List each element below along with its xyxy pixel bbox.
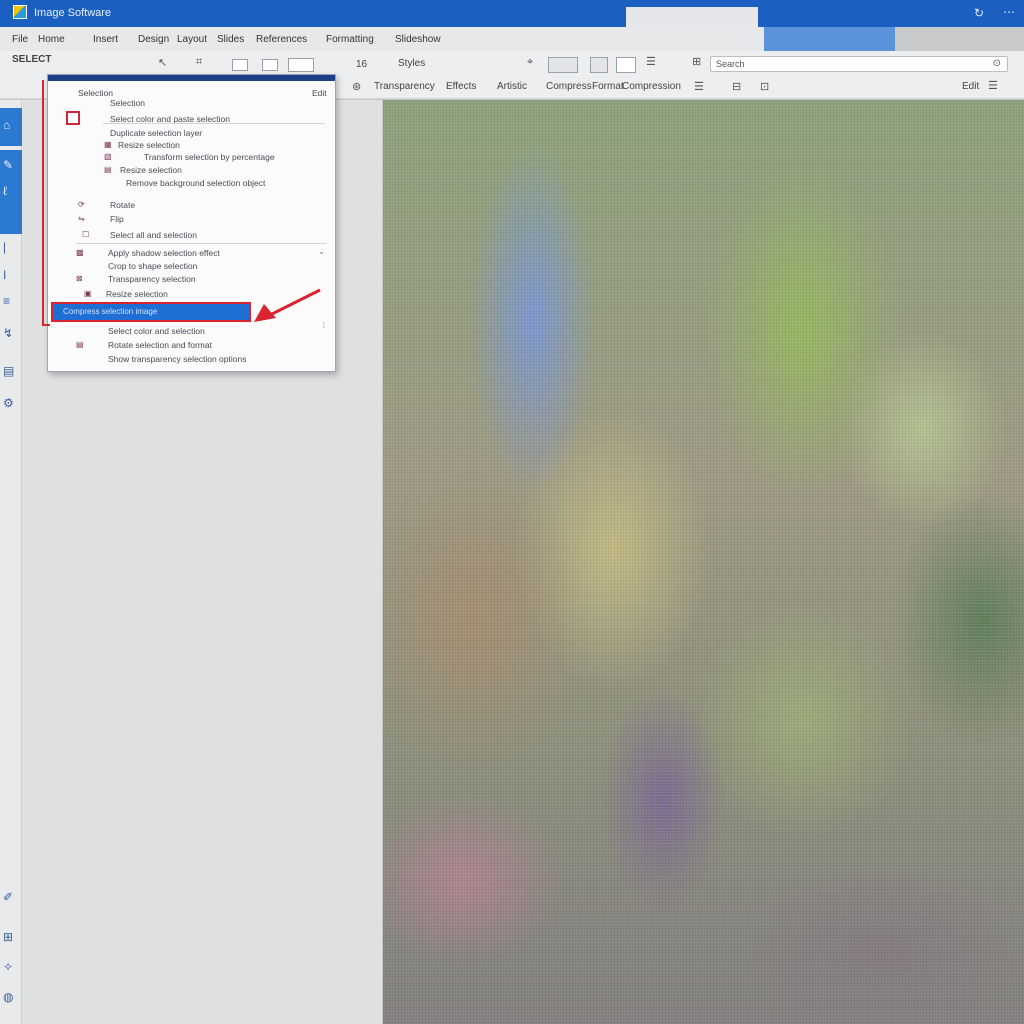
menu-item[interactable]: Slideshow bbox=[395, 34, 441, 45]
menu-item[interactable]: Home bbox=[38, 34, 65, 45]
crop-icon[interactable] bbox=[232, 59, 248, 71]
active-ribbon-tab[interactable] bbox=[626, 7, 758, 27]
menu-separator bbox=[103, 123, 325, 124]
frame-icon[interactable] bbox=[616, 57, 636, 73]
edit-button[interactable]: Edit bbox=[962, 81, 979, 92]
menu-item[interactable]: Design bbox=[138, 34, 169, 45]
align-icon[interactable] bbox=[262, 59, 278, 71]
pointer-icon[interactable]: ↖ bbox=[158, 56, 167, 69]
brightness-icon[interactable]: ⊛ bbox=[352, 80, 361, 93]
menu-option-icon: ▩ bbox=[76, 248, 84, 257]
menu-option[interactable]: ▤ Resize selection bbox=[48, 164, 335, 177]
menu-option[interactable]: Show transparency selection options bbox=[48, 353, 335, 366]
menu-option-icon: ▧ bbox=[104, 152, 112, 161]
menu-item[interactable]: File bbox=[12, 34, 28, 45]
menu-option-icon: ▣ bbox=[84, 289, 92, 298]
wand-tool-icon[interactable]: ✧ bbox=[3, 960, 13, 974]
menu-option[interactable]: Select color and selection bbox=[48, 325, 335, 338]
menu-separator bbox=[76, 243, 326, 244]
menu-option[interactable]: ▩ Apply shadow selection effect ⌄ bbox=[48, 247, 335, 260]
ribbon-button[interactable]: Artistic bbox=[497, 81, 527, 92]
annotation-bracket bbox=[42, 80, 50, 326]
menu-item[interactable]: References bbox=[256, 34, 307, 45]
menu-option-icon: ⇋ bbox=[78, 214, 85, 223]
move-tool-icon[interactable]: ⌂ bbox=[3, 118, 10, 132]
select-tool-icon[interactable]: ✎ bbox=[3, 158, 13, 172]
menu-option[interactable]: Remove background selection object bbox=[48, 177, 335, 190]
filter-icon[interactable]: ⊞ bbox=[692, 55, 701, 68]
menu-item[interactable]: Formatting bbox=[326, 34, 374, 45]
submenu-arrow-icon: ⌄ bbox=[318, 247, 325, 256]
menu-option-icon: ☐ bbox=[82, 230, 90, 239]
menu-item[interactable]: Slides bbox=[217, 34, 244, 45]
left-tool-rail: ⌂ ✎ ℓ | I ≡ ↯ ▤ ⚙ ✐ ⊞ ✧ ◍ bbox=[0, 100, 22, 1024]
group-icon[interactable]: ⊟ bbox=[732, 80, 741, 93]
ribbon-button[interactable]: Transparency bbox=[374, 81, 435, 92]
more-icon[interactable]: ⋯ bbox=[1003, 5, 1015, 19]
title-bar: Image Software ↻ ⋯ bbox=[0, 0, 1024, 27]
arrange-icon[interactable]: ☰ bbox=[694, 80, 704, 93]
menu-option[interactable]: Select color and paste selection bbox=[48, 113, 335, 126]
app-icon bbox=[13, 5, 27, 19]
image-canvas[interactable] bbox=[383, 100, 1024, 1024]
compress-selection-item[interactable]: Compress selection image bbox=[51, 302, 251, 322]
selected-tab-strip bbox=[764, 27, 895, 51]
ribbon-button[interactable]: Compress bbox=[546, 81, 592, 92]
brush-tool-icon[interactable]: ✐ bbox=[3, 890, 13, 904]
search-placeholder: Search bbox=[716, 59, 745, 69]
globe-tool-icon[interactable]: ◍ bbox=[3, 990, 13, 1004]
menu-option[interactable]: ⟳ Rotate bbox=[48, 199, 335, 212]
menu-option[interactable]: ☐ Select all and selection bbox=[48, 229, 335, 242]
text-tool-icon[interactable]: | bbox=[3, 240, 6, 254]
menu-option-icon: ⊠ bbox=[76, 274, 83, 283]
clear-icon[interactable]: ⊙ bbox=[993, 58, 1001, 69]
menu-bar: File Home Insert Design Layout Slides Re… bbox=[0, 27, 764, 51]
grid-icon[interactable] bbox=[548, 57, 578, 73]
pen-tool-icon[interactable]: ↯ bbox=[3, 326, 13, 340]
ribbon-button[interactable]: Effects bbox=[446, 81, 476, 92]
cursor-tool-icon[interactable]: I bbox=[3, 268, 6, 282]
font-size-label[interactable]: 16 bbox=[356, 59, 367, 70]
settings-tool-icon[interactable]: ⚙ bbox=[3, 396, 14, 410]
menu-icon[interactable]: ☰ bbox=[988, 79, 998, 92]
paint-icon[interactable]: ⌖ bbox=[527, 56, 533, 69]
menu-option[interactable]: Crop to shape selection bbox=[48, 260, 335, 273]
help-icon[interactable]: ↻ bbox=[974, 6, 984, 20]
menu-option[interactable]: ▧ Transform selection by percentage bbox=[48, 151, 335, 164]
menu-item[interactable]: Insert bbox=[93, 34, 118, 45]
selection-dropdown-menu: Selection Edit Selection Select color an… bbox=[47, 74, 336, 372]
lasso-icon[interactable]: ⌗ bbox=[196, 56, 202, 69]
rotate-icon[interactable]: ⊡ bbox=[760, 80, 769, 93]
ribbon-button[interactable]: Compression bbox=[622, 81, 681, 92]
menu-option[interactable]: ⊠ Transparency selection bbox=[48, 273, 335, 286]
menu-option-icon: ▤ bbox=[104, 165, 112, 174]
menu-item[interactable]: Layout bbox=[177, 34, 207, 45]
list-tool-icon[interactable]: ≡ bbox=[3, 294, 10, 308]
menu-option-icon: ⟳ bbox=[78, 200, 85, 209]
table-icon[interactable] bbox=[590, 57, 608, 73]
grid-tool-icon[interactable]: ⊞ bbox=[3, 930, 13, 944]
menu-option-icon: ▦ bbox=[104, 140, 112, 149]
shape-icon[interactable] bbox=[288, 58, 314, 72]
ribbon-button[interactable]: Format bbox=[592, 81, 624, 92]
list-icon[interactable]: ☰ bbox=[646, 55, 656, 68]
select-label[interactable]: SELECT bbox=[12, 54, 51, 65]
dropdown-header-bar bbox=[48, 75, 335, 81]
menu-option[interactable]: ⇋ Flip bbox=[48, 213, 335, 226]
window-title: Image Software bbox=[34, 7, 112, 19]
styles-label[interactable]: Styles bbox=[398, 58, 425, 69]
menu-option-icon: ▤ bbox=[76, 340, 84, 349]
search-input[interactable]: Search ⊙ bbox=[710, 56, 1008, 72]
menu-option[interactable]: ▤ Rotate selection and format bbox=[48, 339, 335, 352]
menu-option[interactable]: Selection bbox=[48, 97, 335, 110]
layers-tool-icon[interactable]: ▤ bbox=[3, 364, 14, 378]
annotation-arrow-icon bbox=[254, 288, 321, 322]
lasso-tool-icon[interactable]: ℓ bbox=[3, 184, 7, 198]
